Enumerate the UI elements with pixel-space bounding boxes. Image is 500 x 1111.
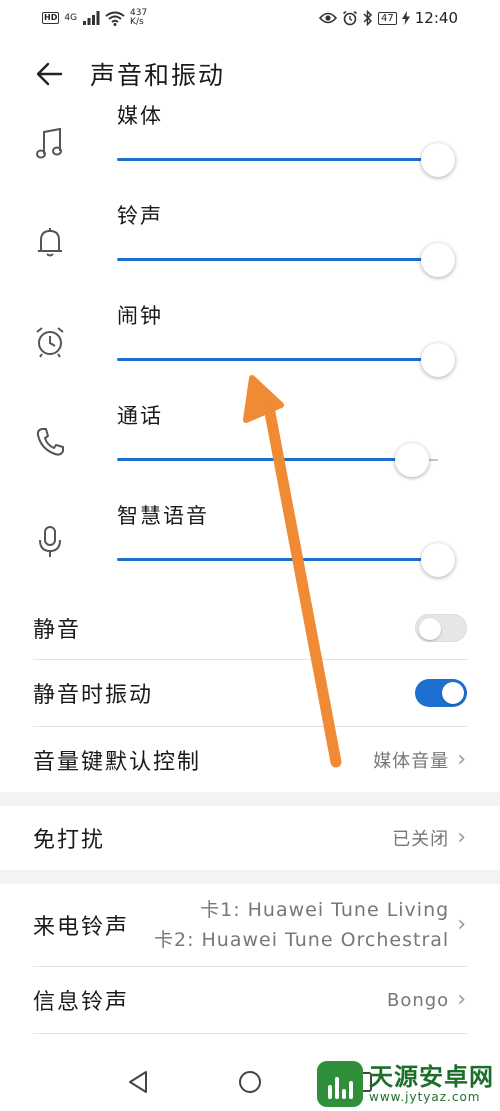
ringtone-sim1: 卡1: Huawei Tune Living [200, 899, 450, 921]
dnd-value: 已关闭 › [392, 825, 467, 851]
volume-slider[interactable] [117, 158, 438, 161]
volume-row-voice: 智慧语音 [0, 504, 500, 604]
vibrate-on-mute-row[interactable]: 静音时振动 [33, 660, 467, 726]
volume-label: 闹钟 [117, 304, 163, 328]
ringtone-sims: 卡1: Huawei Tune Living 卡2: Huawei Tune O… [154, 895, 449, 955]
bell-icon [32, 224, 68, 260]
volume-label: 媒体 [117, 104, 163, 128]
message-tone-value: Bongo › [387, 989, 467, 1011]
toggle-knob [442, 682, 464, 704]
divider [33, 1033, 467, 1034]
network-speed: 437 K/s [130, 9, 147, 27]
dnd-row[interactable]: 免打扰 已关闭 › [33, 806, 467, 870]
volume-slider[interactable] [117, 558, 438, 561]
signal-icon [83, 11, 100, 25]
slider-thumb[interactable] [421, 543, 455, 577]
slider-thumb[interactable] [395, 443, 430, 477]
watermark: 天源安卓网 www.jytyaz.com [317, 1061, 494, 1107]
back-arrow-icon[interactable] [34, 59, 64, 89]
vibrate-on-mute-toggle[interactable] [415, 679, 467, 707]
mute-row[interactable]: 静音 [33, 598, 467, 658]
watermark-text: 天源安卓网 www.jytyaz.com [369, 1064, 494, 1104]
alarm-clock-icon [32, 324, 68, 360]
volume-key-value: 媒体音量 › [373, 747, 467, 773]
mute-label: 静音 [33, 618, 82, 643]
dnd-label: 免打扰 [33, 828, 106, 853]
speed-unit: K/s [130, 17, 144, 27]
ringtone-sim2: 卡2: Huawei Tune Orchestral [153, 929, 450, 951]
wifi-icon [105, 11, 125, 26]
network-type: 4G [64, 12, 78, 23]
volume-key-value-text: 媒体音量 [373, 751, 450, 772]
slider-thumb[interactable] [421, 343, 455, 377]
watermark-title: 天源安卓网 [369, 1063, 494, 1091]
status-bar: HD 4G 437 K/s 47 12:40 [0, 0, 500, 36]
phone-icon [32, 424, 68, 460]
volume-slider[interactable] [117, 258, 438, 261]
header: 声音和振动 [0, 44, 500, 104]
watermark-url: www.jytyaz.com [369, 1090, 481, 1104]
chevron-right-icon: › [457, 825, 467, 850]
volume-label: 智慧语音 [117, 504, 209, 528]
ringtone-value: 卡1: Huawei Tune Living 卡2: Huawei Tune O… [154, 895, 467, 955]
music-note-icon [32, 126, 68, 162]
ringtone-row[interactable]: 来电铃声 卡1: Huawei Tune Living 卡2: Huawei T… [33, 884, 467, 966]
bluetooth-icon [363, 10, 373, 26]
nav-back-icon[interactable] [123, 1067, 153, 1097]
slider-thumb[interactable] [421, 243, 455, 277]
section-gap [0, 792, 500, 806]
chevron-right-icon: › [457, 987, 467, 1012]
section-gap [0, 870, 500, 884]
mute-toggle[interactable] [415, 614, 467, 642]
eye-icon [319, 12, 338, 24]
hd-badge: HD [42, 12, 60, 24]
volume-row-ringtone: 铃声 [0, 204, 500, 304]
microphone-icon [32, 524, 68, 560]
chevron-right-icon: › [457, 747, 467, 772]
volume-row-media: 媒体 [0, 104, 500, 204]
volume-key-row[interactable]: 音量键默认控制 媒体音量 › [33, 727, 467, 793]
status-left: HD 4G 437 K/s [42, 9, 147, 27]
volume-label: 铃声 [117, 204, 163, 228]
page-title: 声音和振动 [90, 61, 226, 90]
vibrate-on-mute-label: 静音时振动 [33, 683, 154, 708]
message-tone-row[interactable]: 信息铃声 Bongo › [33, 967, 467, 1033]
volume-slider[interactable] [117, 358, 438, 361]
battery-indicator: 47 [378, 11, 397, 25]
chevron-right-icon: › [457, 912, 467, 937]
clock: 12:40 [414, 9, 458, 27]
volume-label: 通话 [117, 404, 163, 428]
watermark-logo-icon [317, 1061, 363, 1107]
dnd-value-text: 已关闭 [392, 829, 450, 850]
toggle-knob [419, 618, 441, 640]
message-tone-value-text: Bongo [386, 989, 450, 1011]
status-right: 47 12:40 [319, 9, 458, 27]
charging-icon [401, 11, 410, 25]
volume-row-alarm: 闹钟 [0, 304, 500, 404]
nav-home-icon[interactable] [235, 1067, 265, 1097]
alarm-status-icon [343, 10, 358, 26]
slider-thumb[interactable] [421, 143, 455, 177]
message-tone-label: 信息铃声 [33, 990, 130, 1015]
volume-key-label: 音量键默认控制 [33, 750, 202, 775]
volume-slider[interactable] [117, 458, 413, 461]
ringtone-label: 来电铃声 [33, 915, 130, 940]
volume-row-call: 通话 [0, 404, 500, 504]
